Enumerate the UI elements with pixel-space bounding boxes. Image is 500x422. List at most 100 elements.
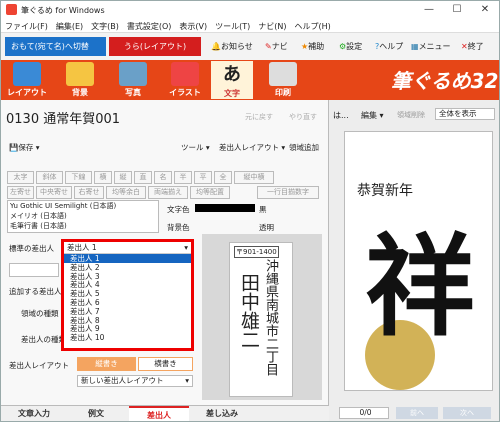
hojo-link[interactable]: ★補助 [301, 41, 324, 52]
dropdown-option[interactable]: 差出人 2 [64, 263, 191, 272]
tab-layout[interactable]: レイアウト [5, 60, 49, 100]
save-button[interactable]: 💾保存 ▾ [9, 142, 40, 153]
end-link[interactable]: ✕終了 [461, 41, 484, 52]
save-label: 保存 [18, 143, 34, 152]
bell-icon: 🔔 [211, 42, 221, 51]
standard-sender-label: 標準の差出人 [9, 244, 54, 253]
menu-label: メニュー [418, 42, 451, 51]
area-delete-button[interactable]: 領域削除 [397, 110, 425, 120]
ura-layout-button[interactable]: うら(レイアウト) [109, 37, 201, 56]
font-item[interactable]: Yu Gothic UI Semilight (日本語) [8, 201, 158, 211]
app-logo: 筆ぐるめ32 [391, 69, 499, 93]
dropdown-option[interactable]: 差出人 7 [64, 307, 191, 316]
area-type-label: 領域の種類 [21, 309, 59, 318]
tab-sender[interactable]: 差出人 [129, 406, 189, 421]
tool-menu[interactable]: ツール ▾ [181, 142, 210, 153]
dropdown-option[interactable]: 差出人 4 [64, 280, 191, 289]
name-button[interactable]: 名 [154, 171, 172, 184]
minimize-button[interactable]: — [415, 2, 443, 18]
tab-text-input[interactable]: 文章入力 [5, 406, 63, 421]
layout-icon [13, 62, 41, 86]
direct-button[interactable]: 直 [134, 171, 152, 184]
chevron-down-icon: ▾ [185, 376, 189, 385]
save-icon: 💾 [9, 143, 19, 152]
full-button[interactable]: 全 [214, 171, 232, 184]
dropdown-selected[interactable]: 差出人 1 ▾ [64, 242, 191, 254]
dropdown-option[interactable]: 差出人 9 [64, 324, 191, 333]
bg-color-value[interactable]: 透明 [259, 222, 274, 233]
sender-layout-menu[interactable]: 差出人レイアウト ▾ [219, 142, 285, 153]
dropdown-option[interactable]: 差出人 1 [64, 254, 191, 263]
tab-photo-label: 写真 [125, 88, 141, 97]
new-layout-select[interactable]: 新しい差出人レイアウト ▾ [77, 375, 193, 387]
sender-preview-card: 〒901-1400 沖縄県南城市二丁目 田中雄二 [229, 242, 293, 397]
tab-photo[interactable]: 写真 [111, 60, 155, 100]
first-line-align-button[interactable]: 一行目揃数字 [257, 186, 319, 199]
dropdown-option[interactable]: 差出人 6 [64, 298, 191, 307]
tab-merge[interactable]: 差し込み [193, 406, 251, 421]
navi-label: ナビ [271, 42, 288, 51]
bold-button[interactable]: 太字 [7, 171, 34, 184]
sender-name: 田中雄二 [238, 273, 260, 349]
font-list[interactable]: Yu Gothic UI Semilight (日本語) メイリオ (日本語) … [7, 200, 159, 233]
chevron-down-icon: ▾ [184, 243, 188, 252]
menu-format[interactable]: 書式設定(O) [123, 19, 176, 32]
underline-button[interactable]: 下線 [65, 171, 92, 184]
tab-example[interactable]: 例文 [67, 406, 125, 421]
menu-navi[interactable]: ナビ(N) [254, 19, 290, 32]
grid-icon: ▦ [411, 42, 419, 51]
align-left-button[interactable]: 左寄せ [7, 186, 34, 199]
prev-page-button[interactable]: 前へ [396, 407, 438, 419]
settei-link[interactable]: ⚙設定 [339, 41, 362, 52]
font-item[interactable]: 毛筆行書 (日本語) [8, 221, 158, 231]
tatechuyoko-button[interactable]: 縦中横 [234, 171, 274, 184]
switch-omote-button[interactable]: おもて(宛て名)へ切替 [5, 37, 106, 56]
menu-link[interactable]: ▦メニュー [411, 41, 451, 52]
next-page-button[interactable]: 次へ [443, 407, 491, 419]
new-layout-value: 新しい差出人レイアウト [81, 376, 164, 385]
close-button[interactable]: ✕ [471, 2, 499, 18]
zoom-select[interactable]: 全体を表示 [435, 108, 495, 120]
right-edit-menu[interactable]: 編集 ▾ [361, 110, 384, 121]
distribute-button[interactable]: 均等配置 [190, 186, 230, 199]
align-right-button[interactable]: 右寄せ [74, 186, 104, 199]
align-center-button[interactable]: 中央寄せ [36, 186, 72, 199]
area-add-button[interactable]: 領域追加 [289, 142, 319, 153]
navi-link[interactable]: ✎ナビ [265, 41, 288, 52]
italic-button[interactable]: 斜体 [36, 171, 63, 184]
yokogaki-button[interactable]: 横書き [138, 357, 193, 371]
sender-dropdown[interactable]: 差出人 1 ▾ 差出人 1 差出人 2 差出人 3 差出人 4 差出人 5 差出人… [61, 239, 194, 351]
tab-background[interactable]: 背景 [58, 60, 102, 100]
tab-illust[interactable]: イラスト [163, 60, 207, 100]
text-color-swatch[interactable] [195, 204, 255, 212]
tab-print-label: 印刷 [275, 88, 291, 97]
menu-help[interactable]: ヘルプ(H) [291, 19, 335, 32]
maximize-button[interactable]: ☐ [443, 2, 471, 18]
menu-tools[interactable]: ツール(T) [211, 19, 254, 32]
flat-button[interactable]: 平 [194, 171, 212, 184]
help-link[interactable]: ?ヘルプ [375, 41, 403, 52]
dropdown-option[interactable]: 差出人 10 [64, 333, 191, 342]
vertical-button[interactable]: 縦 [114, 171, 132, 184]
justify-button[interactable]: 両端揃え [148, 186, 188, 199]
card-preview[interactable]: 恭賀新年 祥 [344, 131, 493, 391]
tab-text[interactable]: あ文字 [210, 60, 254, 100]
printer-icon [269, 62, 297, 86]
even-margin-button[interactable]: 均等余白 [106, 186, 146, 199]
menu-text[interactable]: 文字(B) [87, 19, 123, 32]
photo-icon [119, 62, 147, 86]
dropdown-option[interactable]: 差出人 5 [64, 289, 191, 298]
tategaki-button[interactable]: 縦書き [77, 357, 136, 371]
oshirase-link[interactable]: 🔔お知らせ [211, 41, 253, 52]
tab-print[interactable]: 印刷 [261, 60, 305, 100]
half-button[interactable]: 半 [174, 171, 192, 184]
menu-file[interactable]: ファイル(F) [1, 19, 52, 32]
sender-input[interactable] [9, 263, 59, 277]
menu-view[interactable]: 表示(V) [175, 19, 211, 32]
horizontal-button[interactable]: 横 [94, 171, 112, 184]
menu-edit[interactable]: 編集(E) [52, 19, 87, 32]
zip-code: 〒901-1400 [234, 246, 279, 258]
redo-button[interactable]: やり直す [289, 112, 317, 122]
font-item[interactable]: メイリオ (日本語) [8, 211, 158, 221]
undo-button[interactable]: 元に戻す [245, 112, 273, 122]
